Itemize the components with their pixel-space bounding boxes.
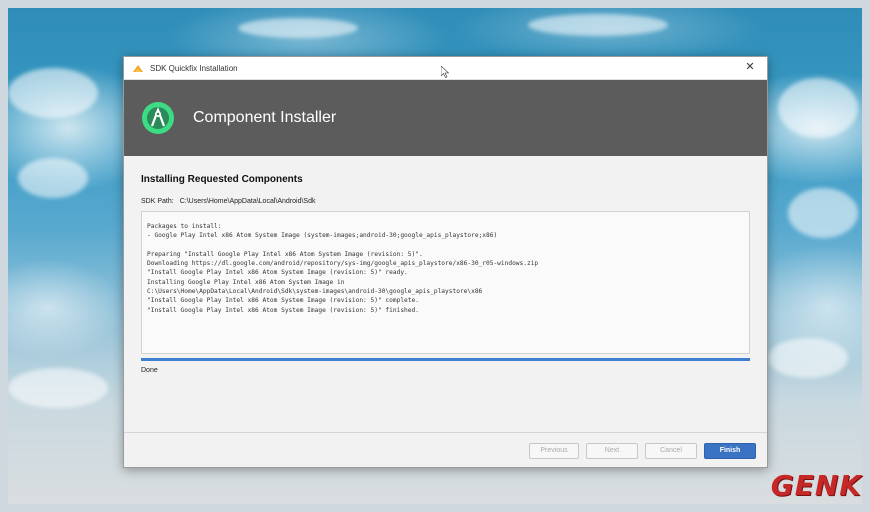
next-button[interactable]: Next	[586, 443, 638, 459]
genk-watermark-logo: GENK	[770, 469, 862, 502]
sdk-quickfix-dialog: SDK Quickfix Installation ✕ Component In…	[123, 56, 768, 468]
log-line: Installing Google Play Intel x86 Atom Sy…	[147, 278, 345, 286]
section-title: Installing Requested Components	[141, 174, 303, 185]
sdk-path: SDK Path: C:\Users\Home\AppData\Local\And…	[141, 198, 750, 205]
log-line: Packages to install:	[147, 223, 222, 230]
progress-fill	[141, 358, 750, 361]
window-title: SDK Quickfix Installation	[150, 63, 238, 73]
log-line: Preparing "Install Google Play Intel x86…	[147, 250, 423, 258]
progress-bar	[141, 358, 750, 361]
footer-divider	[124, 432, 767, 433]
previous-button[interactable]: Previous	[529, 443, 579, 459]
close-icon[interactable]: ✕	[743, 60, 757, 74]
log-line: "Install Google Play Intel x86 Atom Syst…	[147, 269, 408, 277]
log-line: - Google Play Intel x86 Atom System Imag…	[147, 232, 498, 240]
finish-button[interactable]: Finish	[704, 443, 756, 459]
sdk-path-value: C:\Users\Home\AppData\Local\Android\Sdk	[179, 198, 316, 205]
log-line: "Install Google Play Intel x86 Atom Syst…	[147, 297, 419, 305]
log-line: C:\Users\Home\AppData\Local\Android\Sdk\…	[147, 288, 483, 296]
log-line: "Install Google Play Intel x86 Atom Syst…	[147, 306, 419, 314]
header-banner: Component Installer	[124, 80, 767, 156]
install-log[interactable]: Packages to install: - Google Play Intel …	[141, 211, 750, 354]
cancel-button[interactable]: Cancel	[645, 443, 697, 459]
sdk-path-label: SDK Path:	[141, 198, 174, 205]
mouse-pointer-icon	[441, 66, 449, 78]
button-bar: Previous Next Cancel Finish	[529, 443, 756, 459]
banner-title: Component Installer	[193, 109, 337, 126]
status-text: Done	[141, 367, 158, 374]
log-line: Downloading https://dl.google.com/androi…	[147, 260, 539, 268]
main-content: Installing Requested Components SDK Path…	[124, 156, 767, 374]
android-studio-icon	[133, 65, 143, 72]
android-studio-logo-icon	[142, 102, 174, 134]
